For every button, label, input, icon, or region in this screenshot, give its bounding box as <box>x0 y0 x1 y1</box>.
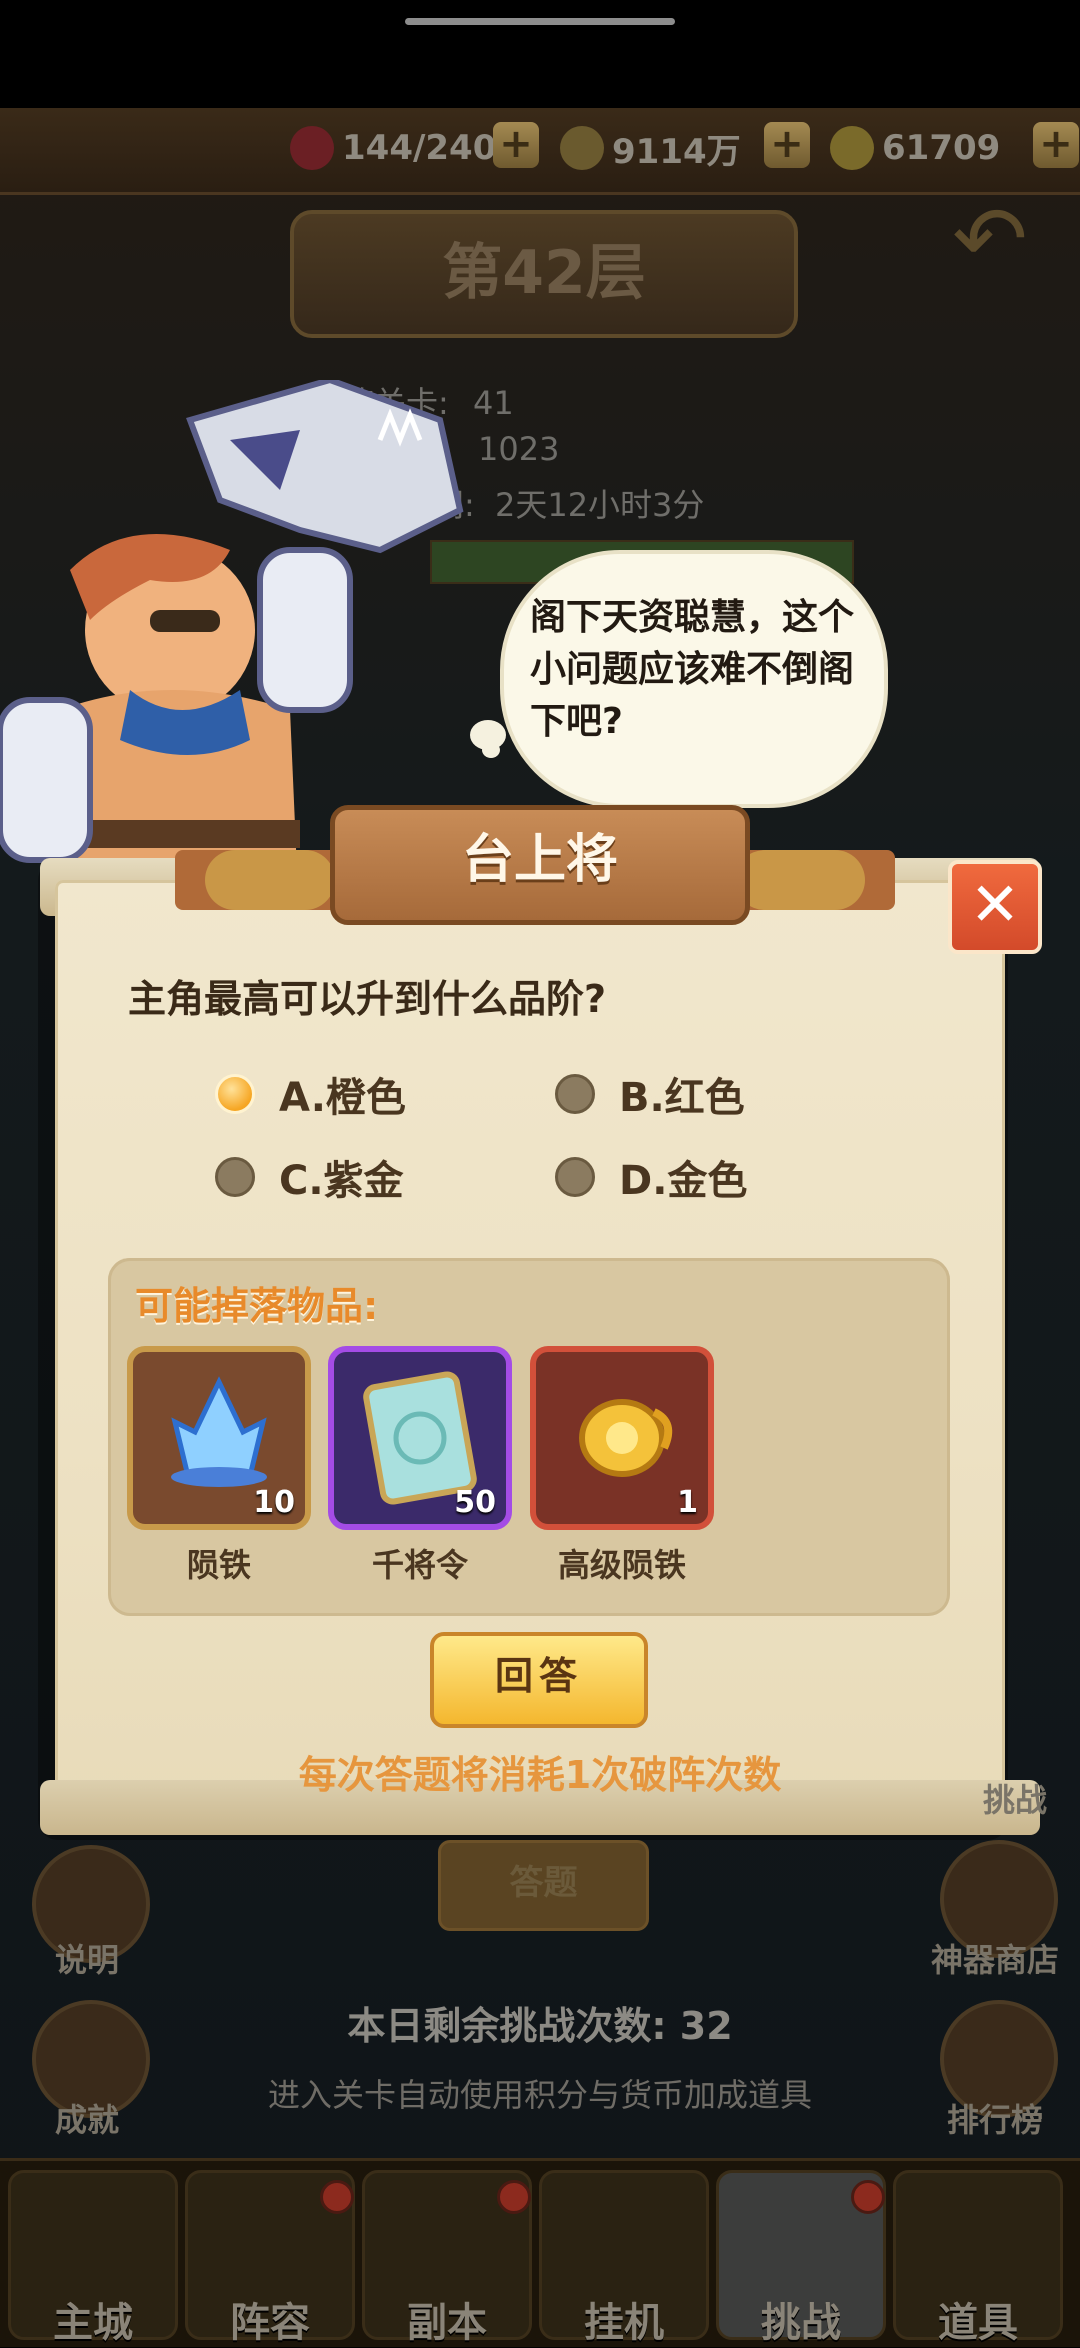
home-indicator <box>405 18 675 25</box>
drop-item-meteor-iron[interactable]: 10 <box>127 1346 311 1530</box>
add-ingot-button[interactable]: + <box>1033 122 1079 168</box>
add-gold-button[interactable]: + <box>764 122 810 168</box>
radio-selected-icon[interactable] <box>215 1074 255 1114</box>
quiz-question: 主角最高可以升到什么品阶? <box>128 977 607 1021</box>
notification-dot-icon <box>320 2180 354 2214</box>
side-label-challenge: 挑战 <box>982 1781 1047 1819</box>
item-count: 10 <box>253 1485 295 1520</box>
answer-tab-button[interactable]: 答题 <box>438 1840 649 1931</box>
title-ornament-left <box>205 850 335 910</box>
stamina-resource: 144/240 <box>290 118 496 178</box>
stamina-icon <box>290 126 334 170</box>
add-stamina-button[interactable]: + <box>493 122 539 168</box>
title-ornament-right <box>735 850 865 910</box>
ingot-resource: 61709 <box>830 118 1000 178</box>
item-count: 50 <box>454 1485 496 1520</box>
notification-dot-icon <box>851 2180 885 2214</box>
back-arrow-icon[interactable]: ↶ <box>935 195 1045 285</box>
option-a[interactable]: A.橙色 <box>215 1065 406 1123</box>
close-icon[interactable]: ✕ <box>948 860 1042 954</box>
nav-label: 副本 <box>407 2300 487 2346</box>
drop-item-general-token[interactable]: 50 <box>328 1346 512 1530</box>
option-b[interactable]: B.红色 <box>555 1065 745 1123</box>
radio-icon[interactable] <box>555 1157 595 1197</box>
ingot-value: 61709 <box>882 128 1001 168</box>
item-name: 千将令 <box>371 1546 468 1584</box>
speech-text: 阁下天资聪慧，这个小问题应该难不倒阁下吧? <box>530 597 855 742</box>
option-c[interactable]: C.紫金 <box>215 1148 404 1206</box>
remaining-note: 进入关卡自动使用积分与货币加成道具 <box>267 2076 812 2114</box>
item-name: 陨铁 <box>186 1546 251 1584</box>
side-label-artifact-shop: 神器商店 <box>930 1941 1059 1979</box>
nav-label: 道具 <box>938 2300 1018 2346</box>
nav-label: 阵容 <box>230 2300 310 2346</box>
gold-resource: 9114万 <box>560 118 741 178</box>
nav-label: 挂机 <box>584 2300 664 2346</box>
radio-icon[interactable] <box>555 1074 595 1114</box>
notification-dot-icon <box>497 2180 531 2214</box>
radio-icon[interactable] <box>215 1157 255 1197</box>
cost-note: 每次答题将消耗1次破阵次数 <box>298 1753 782 1797</box>
item-name: 高级陨铁 <box>557 1546 686 1584</box>
side-label-help: 说明 <box>54 1941 119 1979</box>
coin-icon <box>560 126 604 170</box>
drops-title: 可能掉落物品: <box>135 1284 379 1328</box>
option-d[interactable]: D.金色 <box>555 1148 747 1206</box>
ingot-icon <box>830 126 874 170</box>
nav-label: 挑战 <box>761 2300 841 2346</box>
drop-item-advanced-meteor-iron[interactable]: 1 <box>530 1346 714 1530</box>
nav-label: 主城 <box>53 2300 133 2346</box>
status-bar <box>0 0 1080 108</box>
gold-value: 9114万 <box>612 131 741 172</box>
item-count: 1 <box>677 1485 698 1520</box>
remaining-attempts: 本日剩余挑战次数: 32 <box>347 2004 733 2048</box>
stamina-value: 144/240 <box>342 128 497 168</box>
answer-button[interactable]: 回答 <box>430 1632 648 1728</box>
floor-title: 第42层 <box>290 210 798 338</box>
bubble-tail <box>470 720 506 750</box>
dialog-title: 台上将 <box>330 805 750 925</box>
